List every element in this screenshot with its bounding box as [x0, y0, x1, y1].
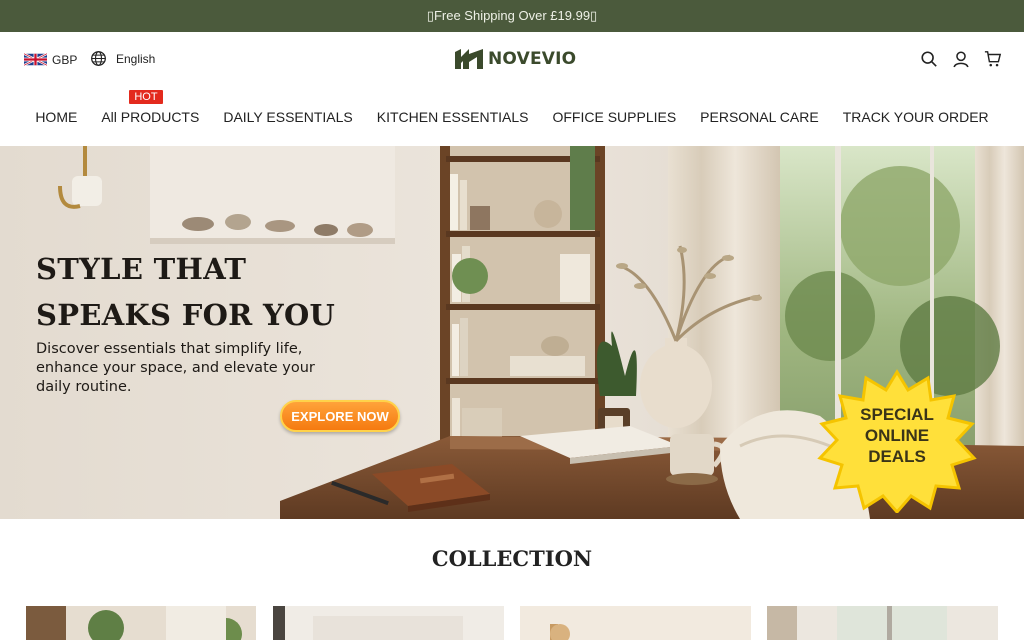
collection-card-image — [767, 606, 998, 640]
collection-card[interactable] — [767, 606, 998, 640]
nav-item-label: TRACK YOUR ORDER — [842, 109, 989, 125]
nav-item-track-order[interactable]: TRACK YOUR ORDER — [843, 104, 989, 130]
hero-subtitle: Discover essentials that simplify life, … — [36, 341, 315, 395]
uk-flag-icon — [24, 52, 47, 67]
hot-badge: HOT — [129, 90, 163, 104]
currency-label: GBP — [52, 52, 78, 67]
nav-item-label: KITCHEN ESSENTIALS — [376, 109, 529, 125]
nav-item-label: PERSONAL CARE — [700, 109, 819, 125]
announcement-text: ▯Free Shipping Over £19.99▯ — [426, 8, 598, 23]
nav-item-label: All PRODUCTS — [101, 109, 200, 125]
nav-item-personal-care[interactable]: PERSONAL CARE — [700, 104, 819, 130]
collection-card[interactable] — [273, 606, 504, 640]
nav-item-home[interactable]: HOME — [35, 104, 77, 130]
collection-card[interactable] — [520, 606, 751, 640]
explore-now-button[interactable]: EXPLORE NOW — [280, 400, 400, 432]
logo-text: NOVEVIO — [488, 49, 577, 69]
nav-item-office-supplies[interactable]: OFFICE SUPPLIES — [552, 104, 676, 130]
nav-item-kitchen-essentials[interactable]: KITCHEN ESSENTIALS — [377, 104, 529, 130]
nav-item-daily-essentials[interactable]: DAILY ESSENTIALS — [223, 104, 352, 130]
deal-line-3: DEALS — [868, 447, 926, 466]
site-header: GBP English NOVEVIO — [0, 32, 1024, 90]
hero-title: STYLE THAT SPEAKS FOR YOU — [36, 246, 356, 338]
collection-card[interactable] — [26, 606, 256, 640]
collection-card-image — [273, 606, 504, 640]
hero-title-line-2: SPEAKS FOR YOU — [36, 298, 336, 332]
nav-item-label: DAILY ESSENTIALS — [223, 109, 353, 125]
collection-title: COLLECTION — [431, 546, 593, 571]
search-icon[interactable] — [920, 50, 938, 68]
special-deals-badge[interactable]: SPECIAL ONLINE DEALS — [812, 404, 982, 467]
globe-icon — [91, 51, 106, 66]
main-nav: HOME HOT All PRODUCTS DAILY ESSENTIALS K… — [0, 90, 1024, 130]
language-label: English — [116, 51, 156, 66]
collection-card-image — [26, 606, 256, 640]
hero-title-line-1: STYLE THAT — [36, 252, 247, 286]
deal-line-2: ONLINE — [864, 426, 930, 445]
nav-item-label: HOME — [35, 109, 78, 125]
logo-mark-icon — [455, 49, 483, 69]
deal-line-1: SPECIAL — [860, 405, 934, 424]
site-logo[interactable]: NOVEVIO — [454, 48, 576, 70]
cart-icon[interactable] — [984, 50, 1002, 68]
currency-selector[interactable]: GBP — [24, 52, 77, 67]
account-icon[interactable] — [952, 50, 970, 68]
hero-banner[interactable]: STYLE THAT SPEAKS FOR YOU Discover essen… — [0, 146, 1024, 519]
header-icons — [920, 50, 1002, 68]
collection-card-image — [520, 606, 751, 640]
nav-item-all-products[interactable]: HOT All PRODUCTS — [101, 90, 200, 130]
nav-item-label: OFFICE SUPPLIES — [552, 109, 677, 125]
language-selector[interactable]: English — [90, 50, 155, 67]
announcement-bar: ▯Free Shipping Over £19.99▯ — [0, 0, 1024, 32]
